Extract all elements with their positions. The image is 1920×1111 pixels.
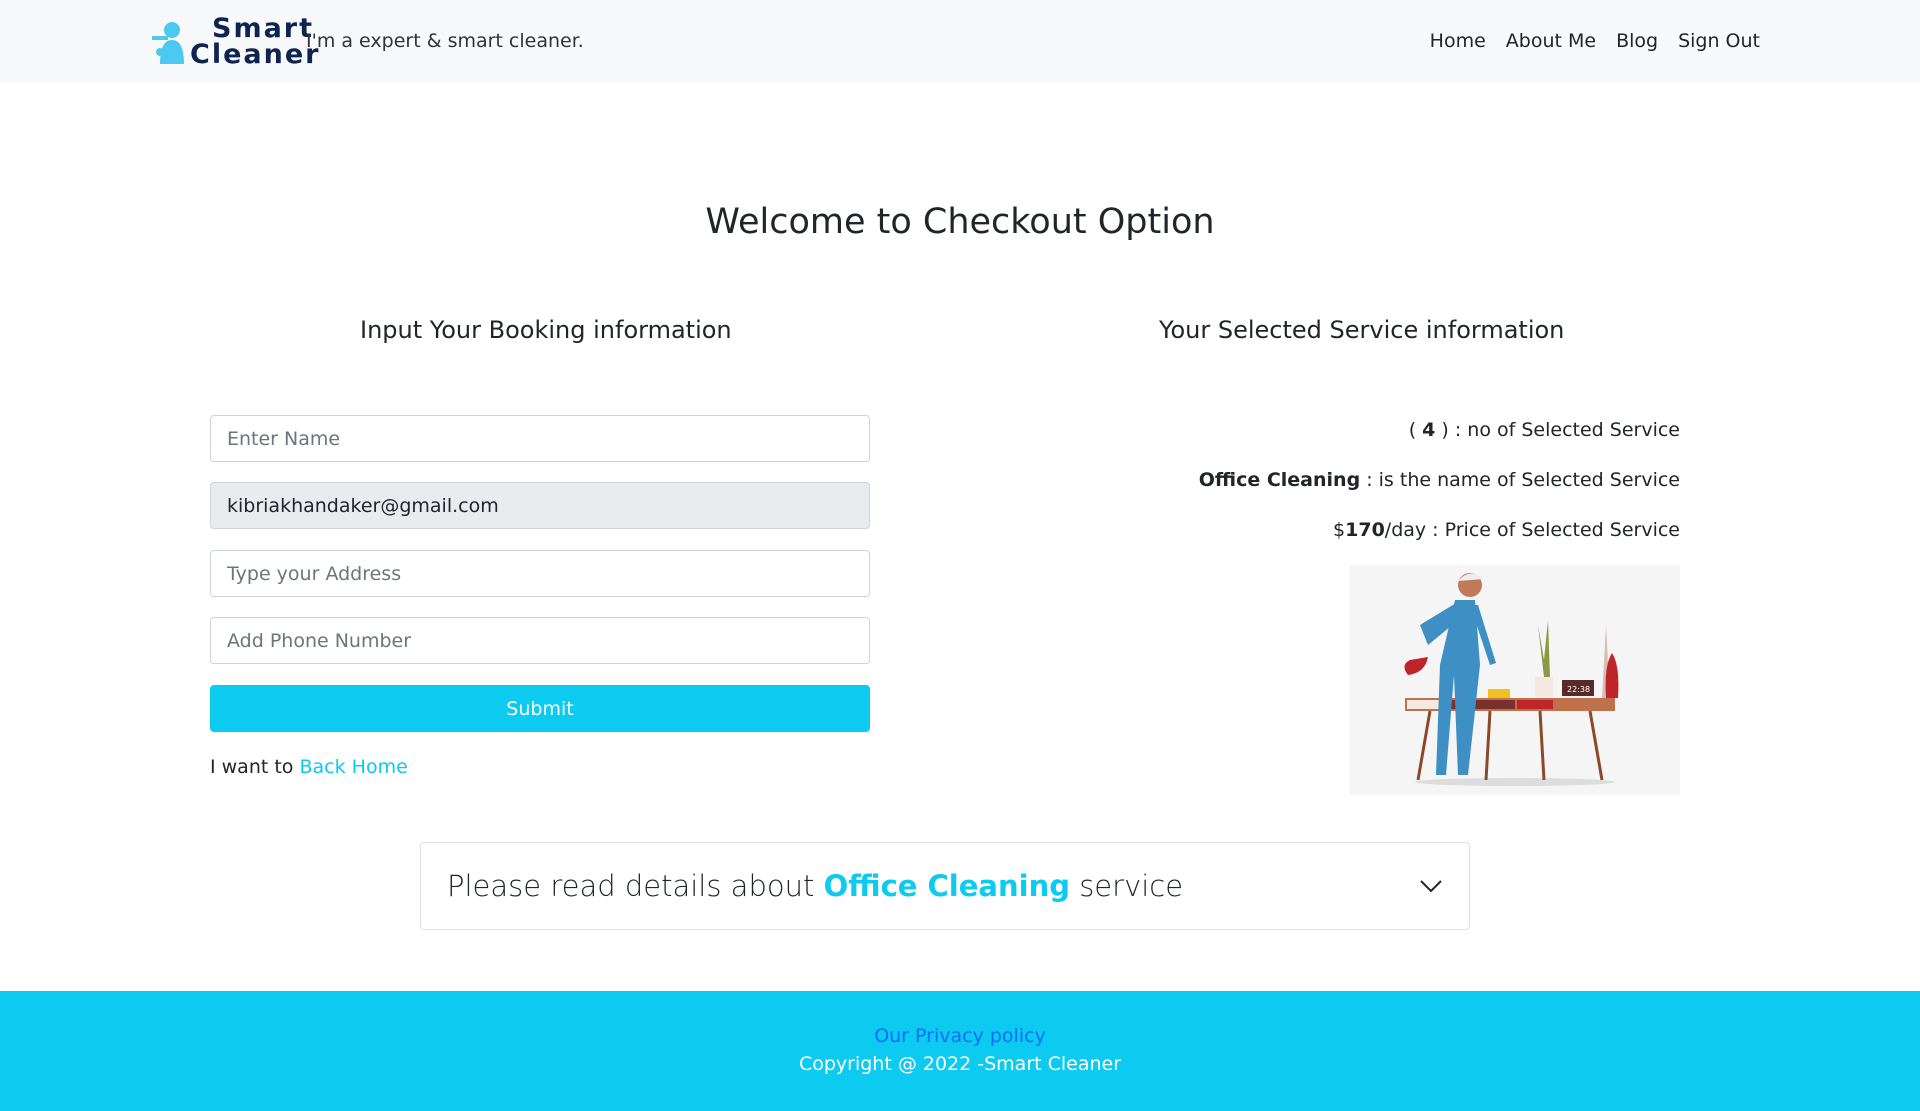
service-price: $170/day : Price of Selected Service: [1333, 519, 1680, 541]
clock-text: 22:38: [1567, 685, 1590, 694]
privacy-policy-link[interactable]: Our Privacy policy: [0, 1025, 1920, 1047]
page-title: Welcome to Checkout Option: [705, 202, 1215, 242]
form-heading: Input Your Booking information: [360, 316, 732, 344]
phone-input[interactable]: [210, 617, 870, 664]
price-suffix: /day : Price of Selected Service: [1384, 519, 1680, 541]
email-input[interactable]: [210, 482, 870, 529]
service-image: 22:38: [1350, 565, 1680, 795]
logo-text-2: Cleaner: [190, 39, 321, 70]
logo[interactable]: Smart Cleaner: [152, 15, 321, 70]
name-input[interactable]: [210, 415, 870, 462]
service-count: ( 4 ) : no of Selected Service: [1409, 419, 1680, 441]
accordion-title: Please read details about Office Cleanin…: [447, 869, 1183, 903]
count-suffix: ) : no of Selected Service: [1435, 419, 1680, 441]
price-prefix: $: [1333, 519, 1346, 541]
navbar: Smart Cleaner I'm a expert & smart cleane…: [0, 0, 1920, 83]
back-home-link[interactable]: Back Home: [299, 756, 407, 778]
price-value: 170: [1345, 519, 1385, 541]
accordion-prefix: Please read details about: [447, 869, 824, 903]
cleaner-logo-icon: [152, 22, 184, 64]
back-home-text: I want to Back Home: [210, 756, 408, 778]
submit-button[interactable]: Submit: [210, 685, 870, 732]
accordion-service: Office Cleaning: [823, 869, 1070, 903]
footer: Our Privacy policy Copyright @ 2022 -Sma…: [0, 991, 1920, 1111]
service-name-value: Office Cleaning: [1198, 469, 1361, 491]
back-prefix: I want to: [210, 756, 294, 778]
service-name: Office Cleaning : is the name of Selecte…: [1199, 469, 1680, 491]
address-input[interactable]: [210, 550, 870, 597]
nav-blog[interactable]: Blog: [1616, 30, 1658, 52]
nav-home[interactable]: Home: [1430, 30, 1486, 52]
nav-about-me[interactable]: About Me: [1506, 30, 1596, 52]
accordion-suffix: service: [1069, 869, 1184, 903]
copyright: Copyright @ 2022 -Smart Cleaner: [798, 1053, 1122, 1075]
service-heading: Your Selected Service information: [1159, 316, 1565, 344]
chevron-down-icon[interactable]: [1419, 879, 1443, 893]
count-value: 4: [1422, 419, 1436, 441]
tagline: I'm a expert & smart cleaner.: [306, 30, 584, 52]
count-open: (: [1408, 419, 1423, 441]
service-name-suffix: : is the name of Selected Service: [1360, 469, 1680, 491]
service-details-accordion[interactable]: Please read details about Office Cleanin…: [420, 842, 1470, 930]
nav-sign-out[interactable]: Sign Out: [1678, 30, 1760, 52]
